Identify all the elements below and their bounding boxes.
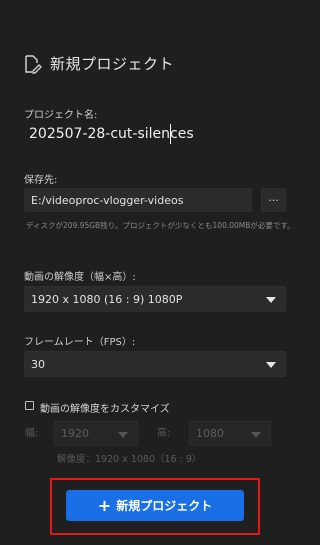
width-select[interactable]: 1920 bbox=[54, 421, 138, 446]
height-label: 高: bbox=[157, 428, 171, 439]
custom-resolution-label[interactable]: 動画の解像度をカスタマイズ bbox=[40, 400, 170, 415]
frame-rate-label: フレームレート（FPS）: bbox=[24, 337, 136, 348]
browse-button[interactable]: ··· bbox=[261, 188, 286, 212]
disk-space-hint: ディスクが209.95GB残り。プロジェクトが少なくとも100.00MBが必要で… bbox=[26, 221, 295, 230]
resolution-label: 動画の解像度（幅×高）: bbox=[24, 272, 136, 283]
width-value: 1920 bbox=[61, 427, 89, 440]
more-dots-icon: ··· bbox=[268, 193, 279, 207]
height-select[interactable]: 1080 bbox=[189, 421, 271, 446]
text-caret bbox=[170, 124, 171, 144]
panel-header: 新規プロジェクト bbox=[22, 53, 174, 74]
resolution-selected-value: 1920 x 1080 (16 : 9) 1080P bbox=[31, 293, 183, 306]
page-title: 新規プロジェクト bbox=[50, 55, 175, 73]
frame-rate-selected-value: 30 bbox=[31, 358, 45, 371]
save-location-label: 保存先: bbox=[24, 175, 58, 186]
project-name-label: プロジェクト名: bbox=[24, 110, 98, 121]
plus-icon: + bbox=[97, 495, 112, 515]
chevron-down-icon bbox=[266, 362, 276, 368]
new-project-panel: 新規プロジェクト プロジェクト名: 保存先: E:/videoproc-vlog… bbox=[0, 0, 312, 545]
create-project-button[interactable]: + 新規プロジェクト bbox=[66, 490, 244, 521]
width-label: 幅: bbox=[25, 428, 39, 439]
resolution-select[interactable]: 1920 x 1080 (16 : 9) 1080P bbox=[24, 286, 286, 312]
project-name-input[interactable] bbox=[24, 124, 285, 144]
custom-resolution-checkbox[interactable] bbox=[25, 401, 34, 410]
save-path-value: E:/videoproc-vlogger-videos bbox=[31, 194, 184, 207]
chevron-down-icon bbox=[118, 432, 128, 438]
custom-resolution-info: 解像度：1920 x 1080（16 : 9） bbox=[57, 454, 202, 465]
save-path-field[interactable]: E:/videoproc-vlogger-videos bbox=[24, 188, 252, 212]
height-value: 1080 bbox=[196, 427, 224, 440]
frame-rate-select[interactable]: 30 bbox=[24, 351, 286, 377]
edit-document-icon bbox=[25, 54, 42, 74]
create-project-label: 新規プロジェクト bbox=[116, 499, 213, 513]
chevron-down-icon bbox=[251, 432, 261, 438]
chevron-down-icon bbox=[266, 297, 276, 303]
